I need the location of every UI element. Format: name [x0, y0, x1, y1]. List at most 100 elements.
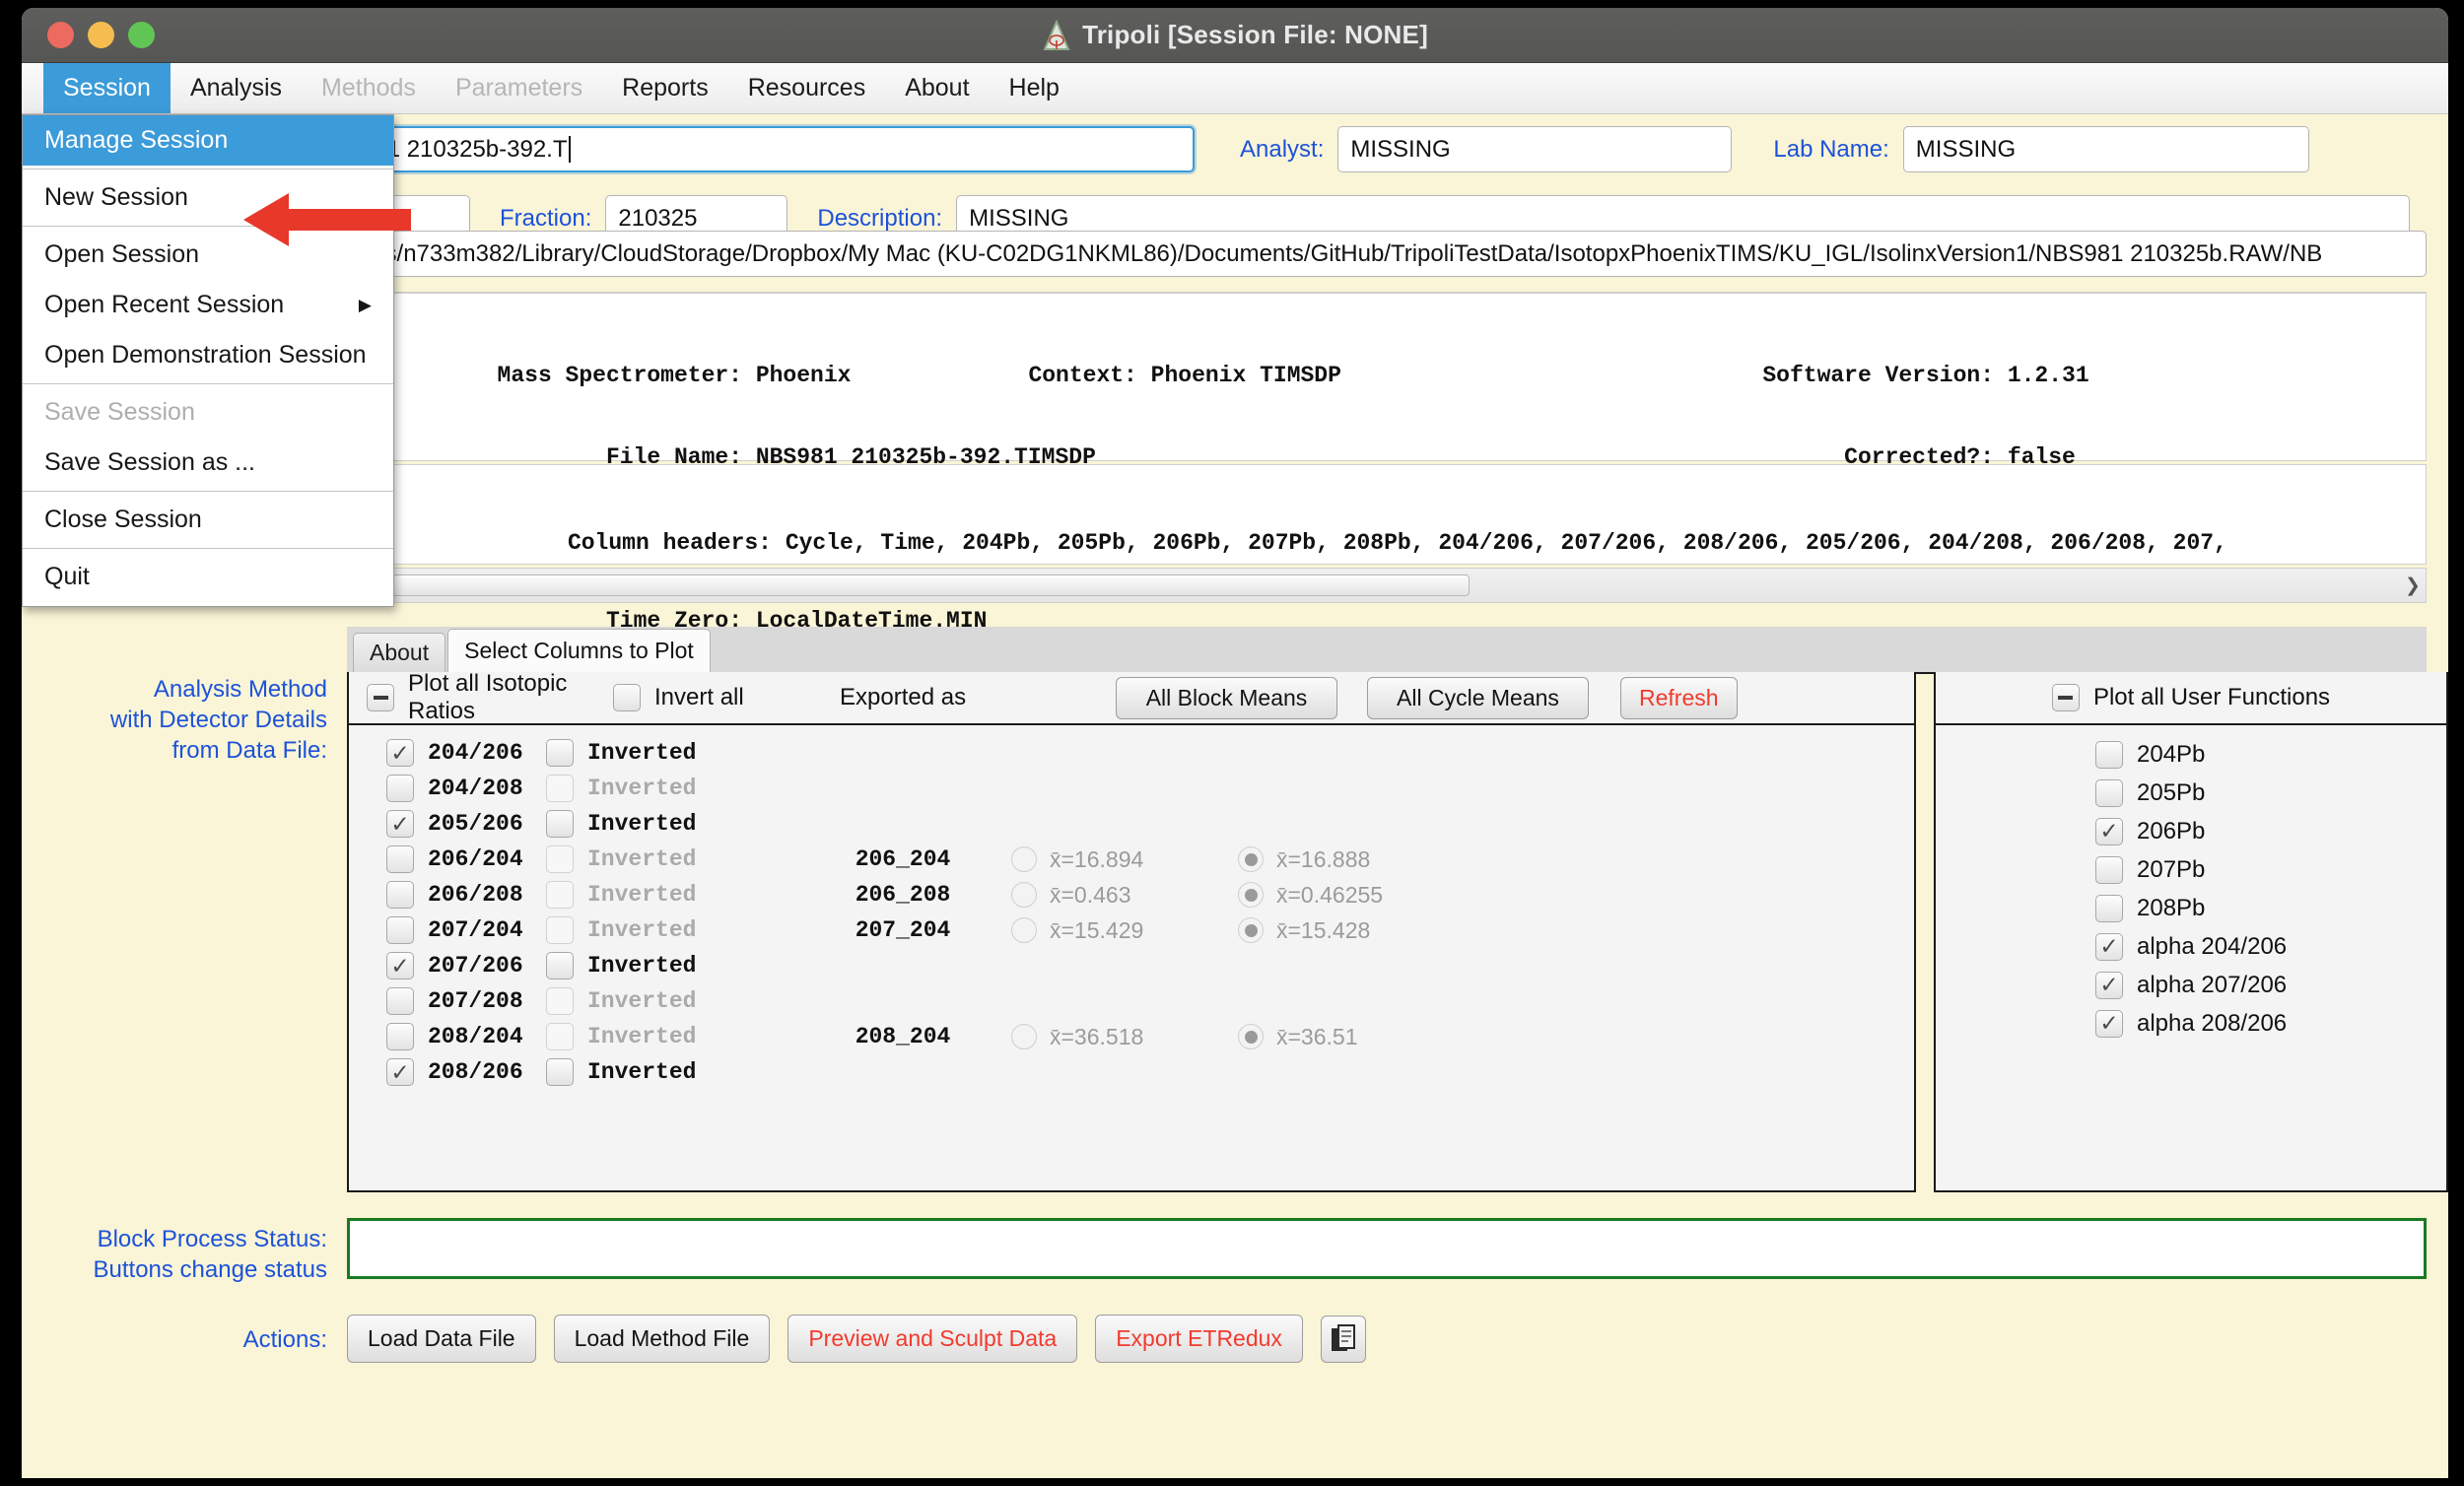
- user-function-checkbox[interactable]: ✓: [2095, 817, 2123, 845]
- cycle-mean-radio[interactable]: [1238, 1024, 1264, 1049]
- scrollbar-track[interactable]: [374, 573, 2400, 598]
- plot-all-user-functions-control[interactable]: Plot all User Functions: [1936, 672, 2446, 725]
- inverted-label: Inverted: [587, 917, 697, 943]
- session-form: 981 210325b-392.T Analyst: MISSING Lab N…: [248, 126, 2427, 241]
- data-file-path-field[interactable]: ▶ rs/n733m382/Library/CloudStorage/Dropb…: [347, 231, 2427, 277]
- plot-all-user-functions-checkbox[interactable]: [2051, 684, 2080, 711]
- cycle-mean-cell[interactable]: x̄=16.888: [1238, 846, 1465, 873]
- menu-session[interactable]: Session: [43, 63, 171, 113]
- all-cycle-means-button[interactable]: All Cycle Means: [1367, 676, 1589, 719]
- ratio-name-cell: 206/208: [349, 881, 546, 909]
- copy-to-clipboard-button[interactable]: [1320, 1315, 1366, 1363]
- menu-bar: Session Analysis Methods Parameters Repo…: [22, 63, 2448, 607]
- lab-name-input[interactable]: MISSING: [1902, 126, 2309, 172]
- metadata-horizontal-scrollbar[interactable]: ❮ ❯: [347, 568, 2427, 603]
- block-mean-cell[interactable]: x̄=0.463: [1011, 882, 1238, 909]
- menu-analysis[interactable]: Analysis: [171, 63, 302, 113]
- block-mean-radio[interactable]: [1011, 1024, 1037, 1049]
- cycle-mean-radio[interactable]: [1238, 846, 1264, 872]
- inverted-checkbox[interactable]: [546, 810, 574, 838]
- invert-all-control[interactable]: Invert all: [613, 684, 840, 711]
- user-function-checkbox[interactable]: ✓: [2095, 971, 2123, 999]
- user-function-checkbox[interactable]: ✓: [2095, 932, 2123, 961]
- plot-all-isotopic-ratios-checkbox[interactable]: [367, 684, 394, 711]
- refresh-button[interactable]: Refresh: [1620, 676, 1738, 719]
- ratio-name-cell: ✓ 208/206: [349, 1058, 546, 1086]
- ratio-checkbox[interactable]: [386, 845, 414, 873]
- user-function-checkbox[interactable]: [2095, 894, 2123, 922]
- menu-item-open-demonstration-session[interactable]: Open Demonstration Session: [23, 330, 393, 380]
- user-function-row[interactable]: 205Pb: [1936, 774, 2446, 812]
- invert-all-checkbox[interactable]: [613, 684, 641, 711]
- exported-as-cell: 207_204: [855, 917, 951, 943]
- menu-item-quit[interactable]: Quit: [23, 552, 393, 602]
- fraction-label: Fraction:: [500, 204, 592, 232]
- all-block-means-button[interactable]: All Block Means: [1116, 676, 1337, 719]
- menu-reports[interactable]: Reports: [602, 63, 728, 113]
- cycle-mean-radio[interactable]: [1238, 882, 1264, 908]
- inverted-checkbox[interactable]: [546, 739, 574, 767]
- cycle-mean-cell[interactable]: x̄=0.46255: [1238, 882, 1465, 909]
- block-mean-cell[interactable]: x̄=16.894: [1011, 846, 1238, 873]
- exported-as-cell: 208_204: [855, 1024, 951, 1049]
- ratio-checkbox[interactable]: [386, 775, 414, 802]
- inverted-checkbox[interactable]: [546, 1058, 574, 1086]
- cycle-mean-cell[interactable]: x̄=36.51: [1238, 1024, 1465, 1050]
- load-data-file-button[interactable]: Load Data File: [347, 1315, 536, 1363]
- ratio-checkbox[interactable]: [386, 1023, 414, 1050]
- scrollbar-thumb[interactable]: [376, 574, 1471, 596]
- user-function-row[interactable]: ✓ alpha 204/206: [1936, 927, 2446, 966]
- user-function-checkbox[interactable]: [2095, 740, 2123, 769]
- user-function-label: 208Pb: [2137, 894, 2206, 921]
- block-mean-value: x̄=15.429: [1050, 916, 1144, 943]
- cycle-mean-cell[interactable]: x̄=15.428: [1238, 917, 1465, 944]
- menu-resources[interactable]: Resources: [728, 63, 886, 113]
- user-function-row[interactable]: ✓ 206Pb: [1936, 812, 2446, 850]
- title-bar: Tripoli [Session File: NONE]: [22, 8, 2448, 63]
- user-function-checkbox[interactable]: [2095, 855, 2123, 884]
- ratio-checkbox[interactable]: [386, 881, 414, 909]
- block-mean-radio[interactable]: [1011, 917, 1037, 943]
- sample-name-input[interactable]: 981 210325b-392.T: [347, 126, 1195, 172]
- block-mean-cell[interactable]: x̄=36.518: [1011, 1024, 1238, 1050]
- ratio-checkbox[interactable]: [386, 987, 414, 1015]
- load-method-file-button[interactable]: Load Method File: [553, 1315, 771, 1363]
- scroll-right-icon[interactable]: ❯: [2400, 574, 2426, 597]
- menu-item-manage-session[interactable]: Manage Session: [23, 115, 393, 166]
- inverted-checkbox[interactable]: [546, 952, 574, 979]
- menu-help[interactable]: Help: [990, 63, 1079, 113]
- ratio-checkbox[interactable]: ✓: [386, 1058, 414, 1086]
- cycle-mean-radio[interactable]: [1238, 917, 1264, 943]
- menu-item-open-recent-session[interactable]: Open Recent Session ▶: [23, 280, 393, 330]
- plot-all-isotopic-ratios-control[interactable]: Plot all Isotopic Ratios: [349, 670, 613, 725]
- ratio-checkbox[interactable]: ✓: [386, 952, 414, 979]
- tab-about[interactable]: About: [353, 633, 446, 672]
- export-etredux-button[interactable]: Export ETRedux: [1095, 1315, 1303, 1363]
- menu-about[interactable]: About: [885, 63, 989, 113]
- ratio-label: 204/206: [428, 740, 523, 766]
- ratio-checkbox[interactable]: [386, 916, 414, 944]
- user-function-row[interactable]: 208Pb: [1936, 889, 2446, 927]
- ratio-checkbox[interactable]: ✓: [386, 739, 414, 767]
- user-function-checkbox[interactable]: [2095, 778, 2123, 807]
- user-function-checkbox[interactable]: ✓: [2095, 1009, 2123, 1038]
- block-process-status-field[interactable]: [347, 1218, 2427, 1279]
- block-mean-radio[interactable]: [1011, 882, 1037, 908]
- block-mean-cell[interactable]: x̄=15.429: [1011, 917, 1238, 944]
- ratio-checkbox[interactable]: ✓: [386, 810, 414, 838]
- tab-select-columns-to-plot[interactable]: Select Columns to Plot: [447, 629, 711, 672]
- analyst-input[interactable]: MISSING: [1337, 126, 1733, 172]
- user-function-row[interactable]: ✓ alpha 208/206: [1936, 1004, 2446, 1043]
- user-function-row[interactable]: 204Pb: [1936, 735, 2446, 774]
- user-function-row[interactable]: 207Pb: [1936, 850, 2446, 889]
- inverted-checkbox: [546, 881, 574, 909]
- exported-as-label: Exported as: [840, 684, 967, 710]
- menu-item-close-session[interactable]: Close Session: [23, 495, 393, 545]
- menu-parameters-label: Parameters: [454, 74, 583, 101]
- preview-and-sculpt-data-button[interactable]: Preview and Sculpt Data: [787, 1315, 1078, 1363]
- menu-item-save-session-as-label: Save Session as ...: [44, 448, 256, 476]
- block-mean-radio[interactable]: [1011, 846, 1037, 872]
- menu-item-save-session-as[interactable]: Save Session as ...: [23, 438, 393, 488]
- user-function-row[interactable]: ✓ alpha 207/206: [1936, 966, 2446, 1004]
- menu-item-save-session-label: Save Session: [44, 398, 195, 426]
